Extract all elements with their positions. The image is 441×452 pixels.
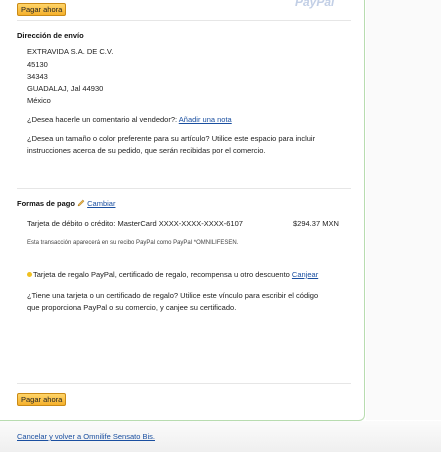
size-color-text-line: ¿Desea un tamaño o color preferente para… (27, 134, 316, 143)
checkout-panel: Pagar ahora PayPal Dirección de envío EX… (0, 0, 365, 421)
add-note-link[interactable]: Añadir una nota (179, 115, 232, 124)
gift-card-text: Tarjeta de regalo PayPal, certificado de… (33, 270, 290, 279)
divider (17, 188, 351, 189)
seller-comment-row: ¿Desea hacerle un comentario al vendedor… (27, 115, 232, 125)
card-line: Tarjeta de débito o crédito: MasterCard … (27, 219, 243, 228)
divider (17, 383, 351, 384)
gift-help-line: que proporciona PayPal o su comercio, y … (27, 303, 237, 312)
payment-amount: $294.37 MXN (293, 219, 339, 228)
shipping-address-line: GUADALAJ, Jal 44930 (27, 84, 104, 93)
shipping-address-line: 45130 (27, 60, 48, 69)
statement-note: Esta transacción aparecerá en su recibo … (27, 240, 239, 246)
size-color-text-line: instrucciones acerca de su pedido, que s… (27, 146, 266, 155)
pay-now-button-bottom[interactable]: Pagar ahora (17, 393, 67, 406)
gift-bullet-icon (27, 272, 32, 277)
page-margin (366, 0, 441, 420)
shipping-heading: Dirección de envío (17, 31, 84, 40)
cancel-return-link[interactable]: Cancelar y volver a Omnilife Sensato Bis… (17, 432, 155, 442)
paypal-review-page: Pagar ahora PayPal Dirección de envío EX… (0, 0, 441, 452)
shipping-address-line: EXTRAVIDA S.A. DE C.V. (27, 47, 114, 56)
redeem-link[interactable]: Canjear (292, 270, 318, 279)
payment-heading-row: Formas de pago Cambiar (17, 199, 115, 209)
shipping-address-line: 34343 (27, 72, 48, 81)
change-payment-link[interactable]: Cambiar (87, 199, 115, 208)
gift-help-line: ¿Tiene una tarjeta o un certificado de r… (27, 291, 319, 300)
seller-comment-question: ¿Desea hacerle un comentario al vendedor… (27, 115, 178, 124)
shipping-address-line: México (27, 96, 51, 105)
payment-heading: Formas de pago (17, 199, 75, 208)
paypal-logo: PayPal (295, 0, 335, 9)
pay-now-button-top[interactable]: Pagar ahora (17, 3, 67, 16)
pencil-icon (77, 199, 85, 207)
divider (17, 20, 351, 21)
gift-card-row: Tarjeta de regalo PayPal, certificado de… (27, 270, 318, 280)
